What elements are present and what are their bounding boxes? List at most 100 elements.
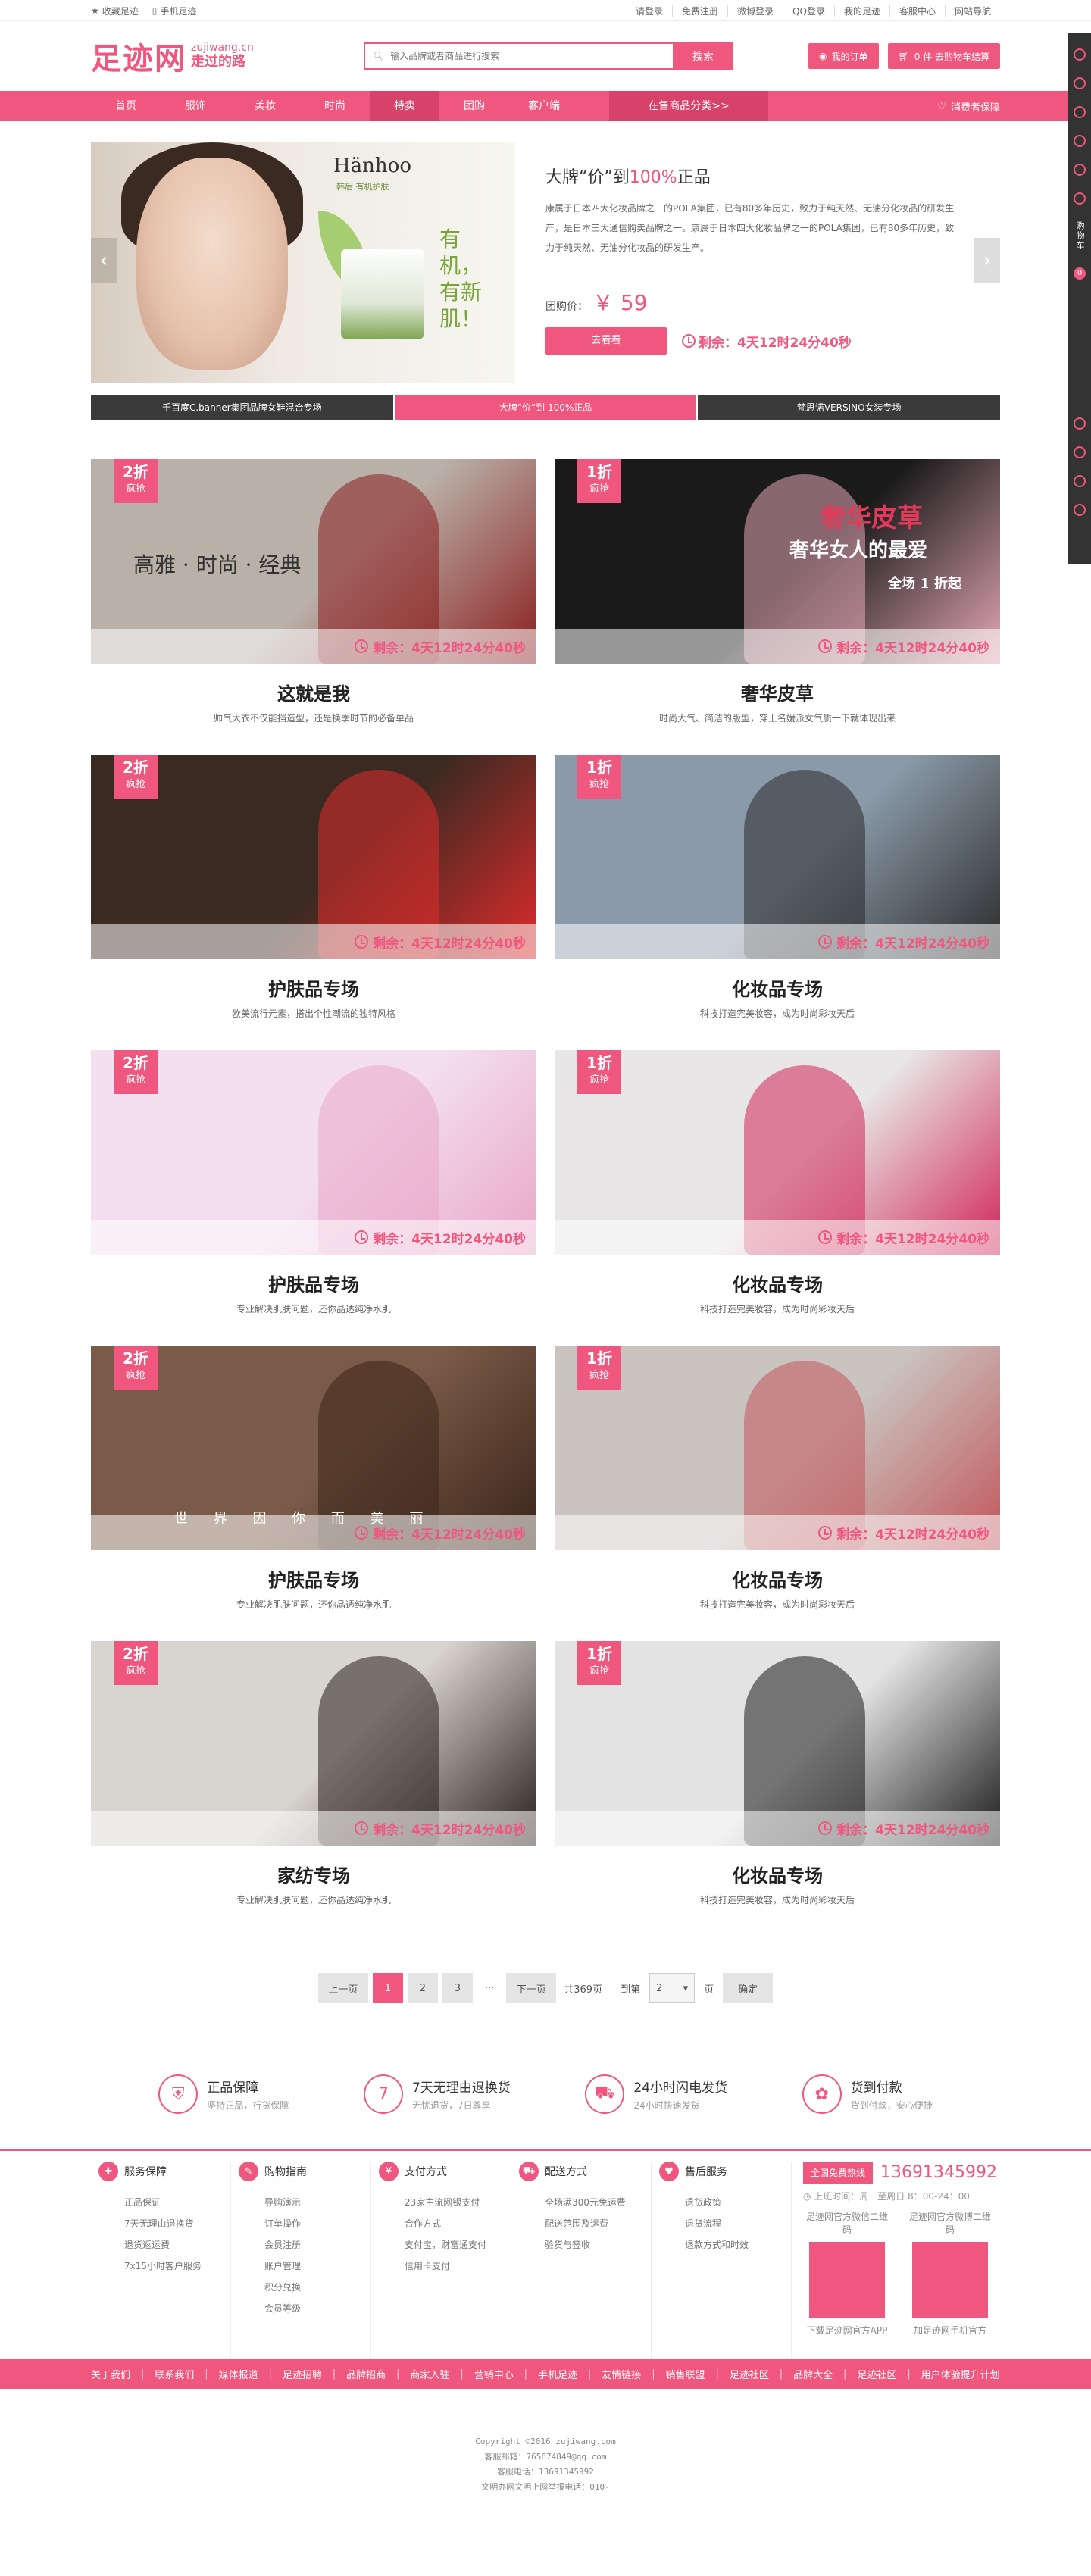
deal-title[interactable]: 家纺专场 bbox=[91, 1861, 536, 1887]
deal-title[interactable]: 护肤品专场 bbox=[91, 974, 536, 1001]
footer-link[interactable]: 导购演示 bbox=[264, 2192, 370, 2213]
bottom-nav-link[interactable]: 商家入驻 bbox=[410, 2367, 449, 2381]
nav-item[interactable]: 美妆 bbox=[230, 91, 300, 121]
deal-card[interactable]: 高雅 · 时尚 · 经典 2折 疯抢 剩余：4天12时24分40秒 这就是我 帅气大衣不仅… bbox=[91, 459, 536, 755]
bottom-nav-link[interactable]: 关于我们 bbox=[91, 2367, 130, 2381]
back-to-top-icon[interactable] bbox=[1074, 475, 1086, 487]
deal-title[interactable]: 化妆品专场 bbox=[555, 1565, 1000, 1592]
bottom-nav-link[interactable]: 足迹社区 bbox=[730, 2367, 769, 2381]
hero-tab[interactable]: 千百度C.banner集团品牌女鞋混合专场 bbox=[91, 395, 395, 420]
deal-title[interactable]: 这就是我 bbox=[91, 679, 536, 705]
deal-card[interactable]: 2折 疯抢 剩余：4天12时24分40秒 护肤品专场 欧美流行元素，搭出个性潮流的独特风… bbox=[91, 755, 536, 1050]
topbar-link[interactable]: 网站导航 bbox=[944, 4, 1000, 17]
page-number-button[interactable]: 2 bbox=[407, 1973, 438, 2003]
topbar-link[interactable]: QQ登录 bbox=[783, 4, 834, 17]
nav-item[interactable]: 时尚 bbox=[300, 91, 370, 121]
deal-image[interactable]: 2折 疯抢 剩余：4天12时24分40秒 bbox=[91, 1050, 536, 1255]
footer-link[interactable]: 23家主流网银支付 bbox=[405, 2192, 511, 2213]
topbar-link[interactable]: 我的足迹 bbox=[833, 4, 889, 17]
my-orders-button[interactable]: ◉ 我的订单 bbox=[808, 43, 879, 69]
deal-image[interactable]: 1折 疯抢 剩余：4天12时24分40秒 bbox=[555, 1641, 1000, 1846]
footer-link[interactable]: 全场满300元免运费 bbox=[545, 2192, 651, 2213]
footer-link[interactable]: 信用卡支付 bbox=[405, 2256, 511, 2277]
deal-card[interactable]: 1折 疯抢 剩余：4天12时24分40秒 化妆品专场 科技打造完美妆容，成为时尚彩妆天后 bbox=[555, 1346, 1000, 1641]
bottom-nav-link[interactable]: 营销中心 bbox=[474, 2367, 514, 2381]
bottom-nav-link[interactable]: 联系我们 bbox=[155, 2367, 194, 2381]
deal-title[interactable]: 护肤品专场 bbox=[91, 1565, 536, 1592]
deal-card[interactable]: 2折 疯抢 剩余：4天12时24分40秒 护肤品专场 专业解决肌肤问题，还你晶透纯净水肌 bbox=[91, 1050, 536, 1346]
deal-card[interactable]: 2折 疯抢 剩余：4天12时24分40秒 家纺专场 专业解决肌肤问题，还你晶透纯净水肌 bbox=[91, 1641, 536, 1937]
footer-link[interactable]: 退货政策 bbox=[685, 2192, 791, 2213]
view-deal-button[interactable]: 去看看 bbox=[546, 327, 667, 355]
bottom-nav-link[interactable]: 友情链接 bbox=[602, 2367, 641, 2381]
deal-image[interactable]: 1折 疯抢 剩余：4天12时24分40秒 bbox=[555, 755, 1000, 959]
deal-card[interactable]: 世 界 因 你 而 美 丽2折疯抢剩余：4天12时24分40秒护肤品专场专业解决… bbox=[91, 1346, 536, 1641]
footer-link[interactable]: 积分兑换 bbox=[264, 2277, 370, 2298]
sidebar-cart[interactable]: 购物车 bbox=[1074, 221, 1086, 251]
consumer-guarantee-link[interactable]: ♡ 消费者保障 bbox=[937, 99, 1000, 114]
favorite-icon[interactable] bbox=[1074, 77, 1086, 89]
footer-link[interactable]: 退货返运费 bbox=[124, 2234, 230, 2256]
deal-image[interactable]: 1折 疯抢 剩余：4天12时24分40秒 bbox=[555, 1346, 1000, 1550]
deal-title[interactable]: 化妆品专场 bbox=[555, 1861, 1000, 1887]
footer-link[interactable]: 正品保证 bbox=[124, 2192, 230, 2213]
topbar-link[interactable]: 免费注册 bbox=[672, 4, 727, 17]
goto-page-select[interactable]: 2 ▾ bbox=[649, 1973, 696, 2003]
page-number-button[interactable]: 3 bbox=[442, 1973, 473, 2003]
carousel-next-button[interactable]: › bbox=[974, 238, 1000, 283]
mobile-link[interactable]: ▯ 手机足迹 bbox=[152, 5, 197, 17]
deal-image[interactable]: 1折 疯抢 剩余：4天12时24分40秒 bbox=[555, 1050, 1000, 1255]
hero-tab[interactable]: 梵思诺VERSINO女装专场 bbox=[698, 395, 1001, 420]
deal-title[interactable]: 化妆品专场 bbox=[555, 1270, 1000, 1296]
search-input[interactable] bbox=[390, 51, 664, 61]
deal-title[interactable]: 化妆品专场 bbox=[555, 974, 1000, 1001]
deal-image[interactable]: 高雅 · 时尚 · 经典 2折 疯抢 剩余：4天12时24分40秒 bbox=[91, 459, 536, 664]
service-icon[interactable] bbox=[1074, 446, 1086, 458]
edit-icon[interactable] bbox=[1074, 106, 1086, 118]
nav-item[interactable]: 团购 bbox=[439, 91, 509, 121]
cart-button[interactable]: 🛒︎ 0 件 去购物车结算 bbox=[887, 43, 1000, 69]
deal-title[interactable]: 奢华皮草 bbox=[555, 679, 1000, 705]
deal-card[interactable]: 奢华皮草 奢华女人的最爱 全场 1 折起 1折 疯抢 剩余：4天12时24分40秒奢华皮草… bbox=[555, 459, 1000, 755]
bottom-nav-link[interactable]: 足迹招聘 bbox=[283, 2367, 322, 2381]
footer-link[interactable]: 订单操作 bbox=[264, 2213, 370, 2234]
deal-image[interactable]: 奢华皮草 奢华女人的最爱 全场 1 折起 1折 疯抢 剩余：4天12时24分40秒 bbox=[555, 459, 1000, 664]
bottom-nav-link[interactable]: 媒体报道 bbox=[219, 2367, 258, 2381]
footer-link[interactable]: 账户管理 bbox=[264, 2256, 370, 2277]
bottom-nav-link[interactable]: 手机足迹 bbox=[538, 2367, 577, 2381]
footer-link[interactable]: 验货与签收 bbox=[545, 2234, 651, 2256]
footer-link[interactable]: 配送范围及运费 bbox=[545, 2213, 651, 2234]
deal-card[interactable]: 1折 疯抢 剩余：4天12时24分40秒 化妆品专场 科技打造完美妆容，成为时尚彩妆天后 bbox=[555, 1641, 1000, 1937]
next-page-button[interactable]: 下一页 bbox=[506, 1973, 557, 2003]
hero-image[interactable]: Hänhoo 韩后 有机护肤 有机，有新肌！ ‹ bbox=[91, 142, 515, 383]
footer-link[interactable]: 退款方式和时效 bbox=[685, 2234, 791, 2256]
footer-link[interactable]: 支付宝，财富通支付 bbox=[405, 2234, 511, 2256]
bottom-nav-link[interactable]: 用户体验提升计划 bbox=[921, 2367, 1000, 2381]
deal-card[interactable]: 1折 疯抢 剩余：4天12时24分40秒 化妆品专场 科技打造完美妆容，成为时尚彩妆天后 bbox=[555, 1050, 1000, 1346]
deal-image[interactable]: 2折 疯抢 剩余：4天12时24分40秒 bbox=[91, 755, 536, 959]
bottom-nav-link[interactable]: 品牌招商 bbox=[346, 2367, 386, 2381]
deal-title[interactable]: 护肤品专场 bbox=[91, 1270, 536, 1296]
page-number-button[interactable]: 1 bbox=[372, 1973, 403, 2003]
topbar-link[interactable]: 微博登录 bbox=[727, 4, 783, 17]
bottom-nav-link[interactable]: 品牌大全 bbox=[793, 2367, 833, 2381]
favorite-link[interactable]: ★ 收藏足迹 bbox=[91, 5, 139, 17]
hero-tab[interactable]: 大牌“价”到 100%正品 bbox=[394, 395, 699, 420]
footer-link[interactable]: 会员等级 bbox=[264, 2298, 370, 2319]
footer-link[interactable]: 退货流程 bbox=[685, 2213, 791, 2234]
deal-card[interactable]: 1折 疯抢 剩余：4天12时24分40秒 化妆品专场 科技打造完美妆容，成为时尚彩妆天后 bbox=[555, 755, 1000, 1050]
bottom-nav-link[interactable]: 足迹社区 bbox=[857, 2367, 896, 2381]
nav-item[interactable]: 客户端 bbox=[509, 91, 579, 121]
footer-link[interactable]: 会员注册 bbox=[264, 2234, 370, 2256]
home-icon[interactable] bbox=[1074, 504, 1086, 516]
topbar-link[interactable]: 请登录 bbox=[627, 5, 672, 17]
bottom-nav-link[interactable]: 销售联盟 bbox=[666, 2367, 705, 2381]
nav-item[interactable]: 特卖 bbox=[370, 91, 439, 121]
wallet-icon[interactable] bbox=[1074, 164, 1086, 176]
footer-link[interactable]: 7x15小时客户服务 bbox=[124, 2256, 230, 2277]
topbar-link[interactable]: 客服中心 bbox=[889, 4, 945, 17]
coupon-icon[interactable] bbox=[1074, 135, 1086, 147]
prev-page-button[interactable]: 上一页 bbox=[317, 1973, 368, 2003]
deal-image[interactable]: 2折 疯抢 剩余：4天12时24分40秒 bbox=[91, 1641, 536, 1846]
user-icon[interactable] bbox=[1074, 48, 1086, 61]
